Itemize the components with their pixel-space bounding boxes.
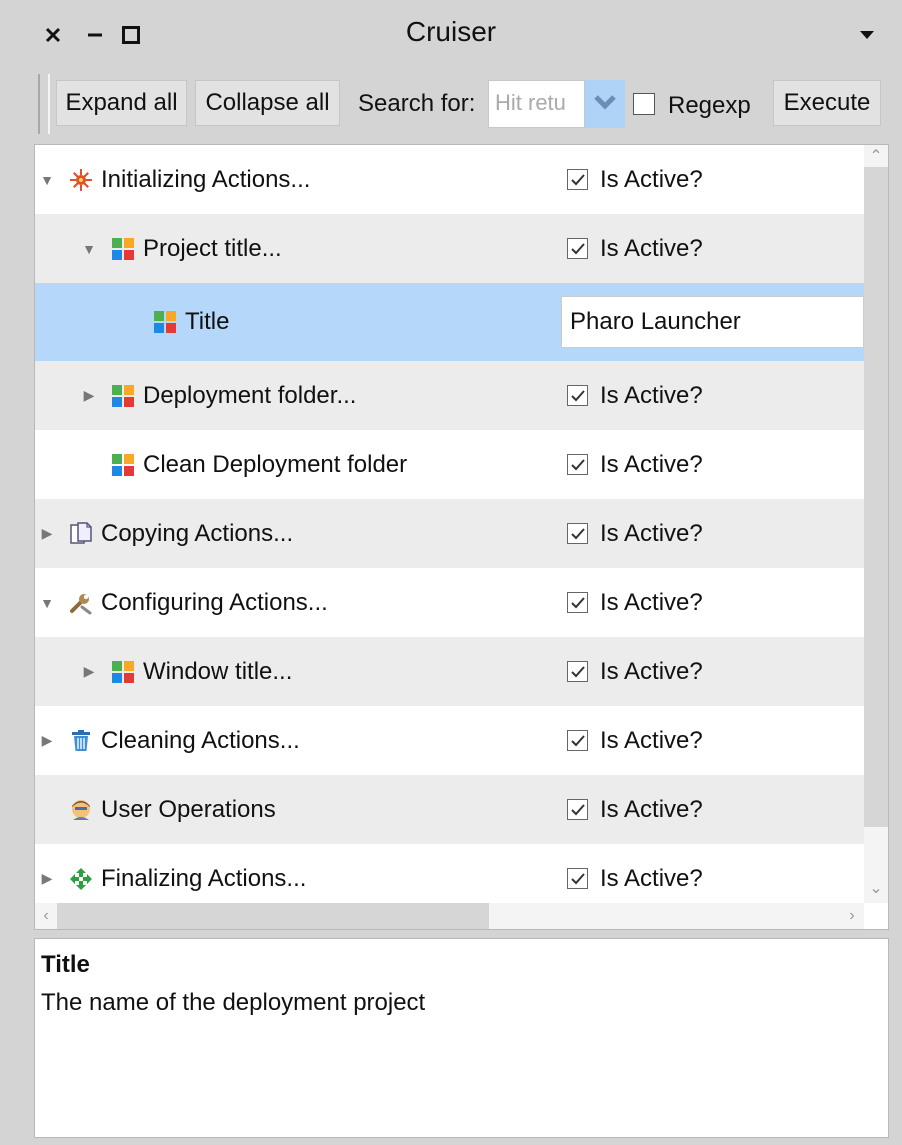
is-active-toggle[interactable]: Is Active? xyxy=(567,637,703,706)
is-active-label: Is Active? xyxy=(600,726,703,754)
vertical-scroll-thumb[interactable] xyxy=(864,167,888,827)
is-active-label: Is Active? xyxy=(600,381,703,409)
scroll-down-arrow-icon[interactable]: ⌄ xyxy=(865,877,887,899)
tree-item-label: Initializing Actions... xyxy=(101,165,311,193)
checkbox-checked[interactable] xyxy=(567,238,588,259)
description-pane: Title The name of the deployment project xyxy=(34,938,889,1138)
is-active-label: Is Active? xyxy=(600,795,703,823)
expanded-arrow-icon[interactable]: ▼ xyxy=(79,214,99,283)
collapse-all-button[interactable]: Collapse all xyxy=(195,80,340,126)
title-value-field[interactable]: Pharo Launcher xyxy=(561,296,864,348)
chevron-down-icon xyxy=(593,94,617,115)
scroll-left-arrow-icon[interactable]: ‹ xyxy=(35,905,57,927)
search-input[interactable] xyxy=(489,81,584,125)
tree-row[interactable]: ▶ Copying Actions... Is Active? xyxy=(35,499,864,568)
checkbox-checked[interactable] xyxy=(567,454,588,475)
collapsed-arrow-icon[interactable]: ▶ xyxy=(37,706,57,775)
tree-item-label: Copying Actions... xyxy=(101,519,294,547)
search-history-dropdown[interactable] xyxy=(585,80,625,128)
tree-row-selected[interactable]: Title Pharo Launcher xyxy=(35,283,864,361)
description-text: The name of the deployment project xyxy=(41,989,426,1016)
horizontal-scroll-thumb[interactable] xyxy=(57,903,489,929)
is-active-label: Is Active? xyxy=(600,234,703,262)
close-icon[interactable] xyxy=(36,18,70,52)
is-active-toggle[interactable]: Is Active? xyxy=(567,775,703,844)
tree-row[interactable]: ▶ Deployment folder... Is Active? xyxy=(35,361,864,430)
tree-item-label: Cleaning Actions... xyxy=(101,726,300,754)
tree-row[interactable]: ▼ Initializing Actions... Is Active? xyxy=(35,145,864,214)
collapsed-arrow-icon[interactable]: ▶ xyxy=(79,361,99,430)
is-active-label: Is Active? xyxy=(600,165,703,193)
is-active-toggle[interactable]: Is Active? xyxy=(567,430,703,499)
tree-item-label: Project title... xyxy=(143,234,282,262)
regexp-checkbox[interactable] xyxy=(633,93,655,115)
expanded-arrow-icon[interactable]: ▼ xyxy=(37,145,57,214)
tree-item-label: Deployment folder... xyxy=(143,381,357,409)
is-active-label: Is Active? xyxy=(600,450,703,478)
green-arrows-icon xyxy=(69,867,93,891)
cruiser-window: Cruiser Expand all Collapse all Search f… xyxy=(0,0,902,1145)
checkbox-checked[interactable] xyxy=(567,592,588,613)
wrench-icon xyxy=(69,591,93,615)
is-active-label: Is Active? xyxy=(600,864,703,892)
tree-item-label: Clean Deployment folder xyxy=(143,450,408,478)
tree-row[interactable]: Clean Deployment folder Is Active? xyxy=(35,430,864,499)
title-bar: Cruiser xyxy=(0,0,902,70)
color-grid-icon xyxy=(111,660,135,684)
trash-icon xyxy=(69,729,93,753)
tree-row[interactable]: ▶ Window title... Is Active? xyxy=(35,637,864,706)
is-active-label: Is Active? xyxy=(600,657,703,685)
window-menu-chevron-down-icon[interactable] xyxy=(850,18,884,52)
is-active-label: Is Active? xyxy=(600,519,703,547)
checkbox-checked[interactable] xyxy=(567,385,588,406)
is-active-toggle[interactable]: Is Active? xyxy=(567,499,703,568)
checkbox-checked[interactable] xyxy=(567,799,588,820)
checkbox-checked[interactable] xyxy=(567,523,588,544)
gear-burst-icon xyxy=(69,168,93,192)
search-label: Search for: xyxy=(358,90,476,117)
checkbox-checked[interactable] xyxy=(567,169,588,190)
user-icon xyxy=(69,798,93,822)
scroll-right-arrow-icon[interactable]: › xyxy=(841,905,863,927)
is-active-label: Is Active? xyxy=(600,588,703,616)
color-grid-icon xyxy=(111,237,135,261)
expanded-arrow-icon[interactable]: ▼ xyxy=(37,568,57,637)
copy-document-icon xyxy=(69,521,93,546)
execute-button[interactable]: Execute xyxy=(773,80,881,126)
tree-item-label: Finalizing Actions... xyxy=(101,864,307,892)
regexp-label: Regexp xyxy=(668,92,751,119)
minimize-icon[interactable] xyxy=(78,18,112,52)
toolbar-grip[interactable] xyxy=(38,74,50,134)
collapsed-arrow-icon[interactable]: ▶ xyxy=(79,637,99,706)
tree-row[interactable]: User Operations Is Active? xyxy=(35,775,864,844)
is-active-toggle[interactable]: Is Active? xyxy=(567,214,703,283)
tree-row[interactable]: ▼ Configuring Actions... Is Active? xyxy=(35,568,864,637)
tree-item-label: Configuring Actions... xyxy=(101,588,328,616)
color-grid-icon xyxy=(111,384,135,408)
search-field xyxy=(488,80,585,128)
tree-item-label: User Operations xyxy=(101,795,276,823)
tree-row[interactable]: ▼ Project title... Is Active? xyxy=(35,214,864,283)
checkbox-checked[interactable] xyxy=(567,730,588,751)
tree-item-label: Window title... xyxy=(143,657,293,685)
scroll-up-arrow-icon[interactable]: ⌃ xyxy=(865,145,887,167)
collapsed-arrow-icon[interactable]: ▶ xyxy=(37,499,57,568)
checkbox-checked[interactable] xyxy=(567,868,588,889)
tree-row[interactable]: ▶ Cleaning Actions... Is Active? xyxy=(35,706,864,775)
color-grid-icon xyxy=(111,453,135,477)
is-active-toggle[interactable]: Is Active? xyxy=(567,568,703,637)
expand-all-button[interactable]: Expand all xyxy=(56,80,187,126)
is-active-toggle[interactable]: Is Active? xyxy=(567,361,703,430)
is-active-toggle[interactable]: Is Active? xyxy=(567,706,703,775)
is-active-toggle[interactable]: Is Active? xyxy=(567,145,703,214)
description-title: Title xyxy=(41,951,90,978)
color-grid-icon xyxy=(153,310,177,334)
checkbox-checked[interactable] xyxy=(567,661,588,682)
maximize-icon[interactable] xyxy=(114,18,148,52)
actions-tree: ▼ Initializing Actions... Is Active? ▼ P… xyxy=(34,144,889,930)
tree-row[interactable]: ▶ Finalizing Actions... Is Active? xyxy=(35,844,864,903)
tree-item-label: Title xyxy=(185,308,230,335)
